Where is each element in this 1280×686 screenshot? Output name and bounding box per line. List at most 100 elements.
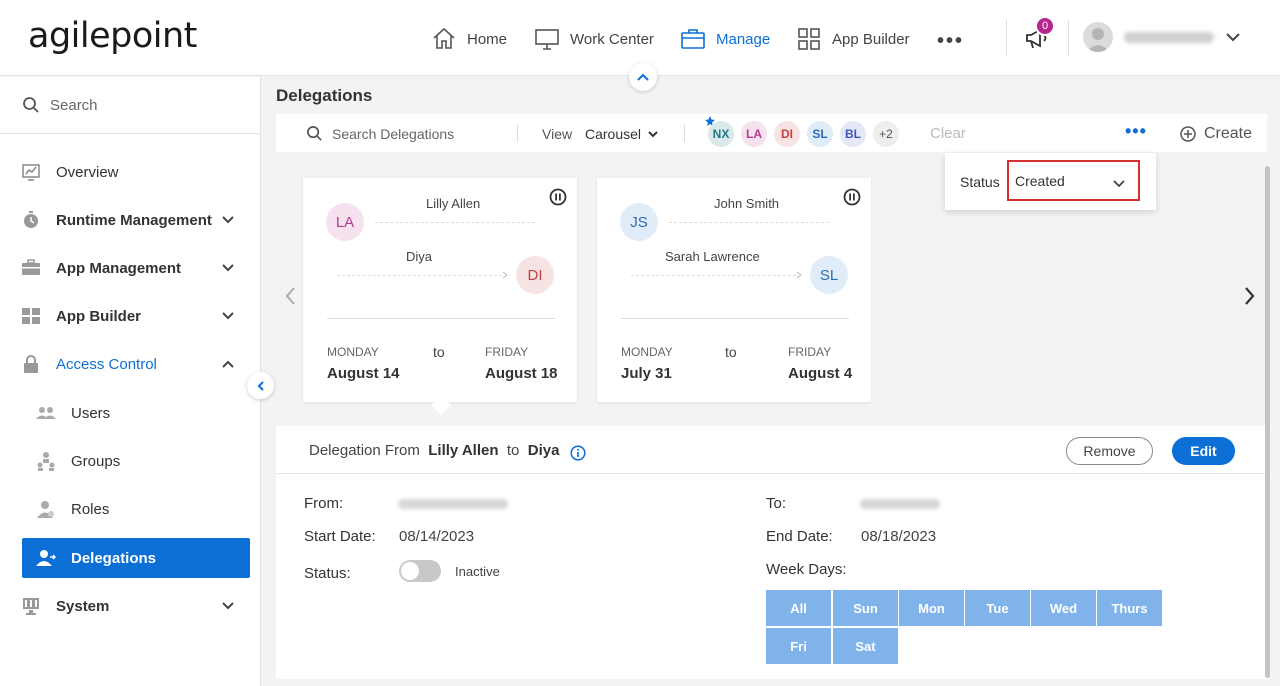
sidebar-item-label: App Management: [56, 259, 182, 277]
view-select-value: Carousel: [585, 126, 642, 142]
chevron-down-icon: [222, 216, 234, 224]
create-label: Create: [1204, 125, 1253, 142]
from-avatar: LA: [326, 203, 364, 241]
weekday-all[interactable]: All: [766, 590, 831, 626]
logo-text: agilepoint: [28, 16, 197, 56]
weekday-mon[interactable]: Mon: [899, 590, 964, 626]
pause-icon[interactable]: [843, 188, 861, 206]
weekday-tue[interactable]: Tue: [965, 590, 1030, 626]
status-filter-select[interactable]: Created: [1007, 160, 1140, 201]
chip-initials: +2: [879, 127, 893, 141]
chevron-down-icon: [1113, 180, 1125, 188]
user-avatar[interactable]: [1083, 22, 1113, 52]
view-select[interactable]: Carousel: [585, 126, 659, 142]
user-chip[interactable]: NX: [708, 121, 734, 147]
delegation-card[interactable]: LA Lilly Allen Diya DI MONDAY to FRIDAY …: [303, 178, 577, 402]
sidebar-item-runtime-management[interactable]: Runtime Management: [0, 200, 260, 240]
detail-from-name: Lilly Allen: [428, 442, 499, 459]
more-nav-icon[interactable]: •••: [937, 30, 964, 53]
nav-work-center-label: Work Center: [570, 30, 654, 48]
weekday-sat[interactable]: Sat: [833, 628, 898, 664]
sidebar-item-label: Groups: [71, 452, 121, 470]
sidebar-item-app-builder[interactable]: App Builder: [0, 296, 260, 336]
card-divider: [621, 318, 849, 319]
to-avatar: SL: [810, 256, 848, 294]
carousel-next-chevron-right-icon[interactable]: [1242, 286, 1256, 309]
more-options-icon[interactable]: •••: [1125, 121, 1147, 142]
nav-app-builder-label: App Builder: [832, 30, 910, 48]
sidebar: Search Overview Runtime Management App M…: [0, 77, 261, 686]
to-field-label: To:: [766, 495, 787, 512]
page-title: Delegations: [276, 86, 373, 105]
to-value-redacted: [860, 499, 940, 509]
chevron-down-icon: [222, 312, 234, 320]
nav-work-center[interactable]: Work Center: [534, 24, 654, 54]
chip-initials: LA: [746, 127, 762, 141]
user-chip[interactable]: BL: [840, 121, 866, 147]
delegation-card[interactable]: JS John Smith Sarah Lawrence SL MONDAY t…: [597, 178, 871, 402]
sidebar-search-placeholder: Search: [50, 97, 98, 114]
sidebar-item-label: Roles: [71, 500, 110, 518]
notification-badge: 0: [1035, 16, 1055, 36]
sidebar-item-system[interactable]: System: [0, 586, 260, 626]
lock-icon: [24, 355, 38, 373]
end-date: August 18: [485, 365, 558, 382]
sidebar-item-label: App Builder: [56, 307, 141, 325]
collapse-header-chevron-up-icon[interactable]: [629, 63, 657, 91]
sidebar-item-access-control[interactable]: Access Control: [0, 344, 260, 384]
user-chip[interactable]: DI: [774, 121, 800, 147]
from-avatar: JS: [620, 203, 658, 241]
nav-home[interactable]: Home: [431, 24, 507, 54]
scrollbar-thumb[interactable]: [1265, 166, 1270, 678]
toolbar-divider: [517, 124, 518, 142]
end-date-value: 08/18/2023: [861, 528, 937, 545]
weekday-sun[interactable]: Sun: [833, 590, 898, 626]
clear-button[interactable]: Clear: [930, 125, 966, 142]
toolbar-divider: [684, 124, 685, 142]
edit-button[interactable]: Edit: [1172, 437, 1235, 465]
carousel-prev-chevron-left-icon[interactable]: [284, 286, 298, 309]
create-button[interactable]: Create: [1180, 125, 1252, 143]
sidebar-item-roles[interactable]: Roles: [0, 489, 260, 529]
user-chip[interactable]: LA: [741, 121, 767, 147]
sidebar-item-label: Delegations: [71, 549, 157, 567]
end-date: August 4: [788, 365, 853, 382]
detail-to-name: Diya: [527, 442, 560, 459]
briefcase-icon: [681, 29, 705, 49]
nav-divider: [1006, 20, 1007, 56]
status-filter-popover: Status Created: [945, 153, 1156, 210]
status-toggle[interactable]: [399, 560, 441, 582]
sidebar-item-delegations[interactable]: Delegations: [22, 538, 250, 578]
detail-title: Delegation From Lilly Allen to Diya: [309, 442, 559, 459]
pause-icon[interactable]: [549, 188, 567, 206]
card-divider: [327, 318, 555, 319]
end-date-label: End Date:: [766, 528, 833, 545]
agilepoint-logo[interactable]: agilepoint: [28, 16, 197, 56]
status-filter-value: Created: [1015, 172, 1065, 189]
avatar-initials: SL: [819, 266, 839, 284]
weekday-wed[interactable]: Wed: [1031, 590, 1096, 626]
nav-manage[interactable]: Manage: [680, 24, 770, 54]
to-word: to: [433, 344, 445, 360]
chevron-down-icon: [648, 131, 658, 138]
sidebar-item-label: Users: [71, 404, 111, 422]
from-field-label: From:: [304, 495, 344, 512]
sidebar-item-groups[interactable]: Groups: [0, 441, 260, 481]
search-delegations-input[interactable]: Search Delegations: [332, 126, 454, 142]
user-chip[interactable]: SL: [807, 121, 833, 147]
info-icon[interactable]: [570, 445, 586, 461]
avatar-initials: LA: [335, 213, 355, 231]
sidebar-item-app-management[interactable]: App Management: [0, 248, 260, 288]
sidebar-item-label: Runtime Management: [56, 211, 212, 229]
user-menu-chevron-down-icon[interactable]: [1224, 28, 1242, 49]
sidebar-search[interactable]: Search: [0, 77, 260, 134]
nav-app-builder[interactable]: App Builder: [796, 24, 910, 54]
collapse-sidebar-chevron-left-icon[interactable]: [247, 372, 274, 399]
more-users-chip[interactable]: +2: [873, 121, 899, 147]
sidebar-item-overview[interactable]: Overview: [0, 152, 260, 192]
plus-circle-icon: [1180, 126, 1196, 142]
weekday-thurs[interactable]: Thurs: [1097, 590, 1162, 626]
weekday-fri[interactable]: Fri: [766, 628, 831, 664]
sidebar-item-users[interactable]: Users: [0, 393, 260, 433]
remove-button[interactable]: Remove: [1066, 437, 1153, 465]
